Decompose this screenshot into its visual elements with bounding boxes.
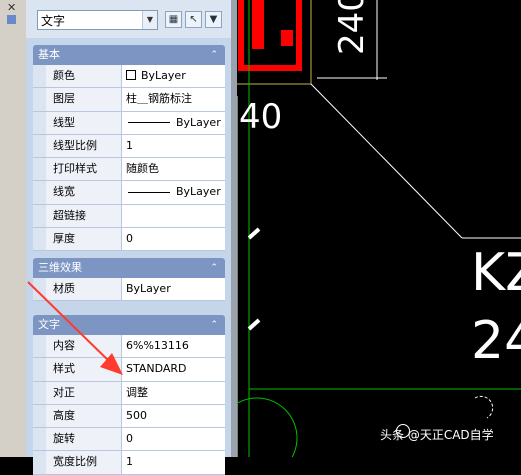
annotation-overlay [27,281,123,375]
watermark-text: 头条 @天正CAD自学 [380,428,494,442]
annotation-arrow-shaft [27,281,113,365]
property-value-text: 1 [126,455,133,469]
